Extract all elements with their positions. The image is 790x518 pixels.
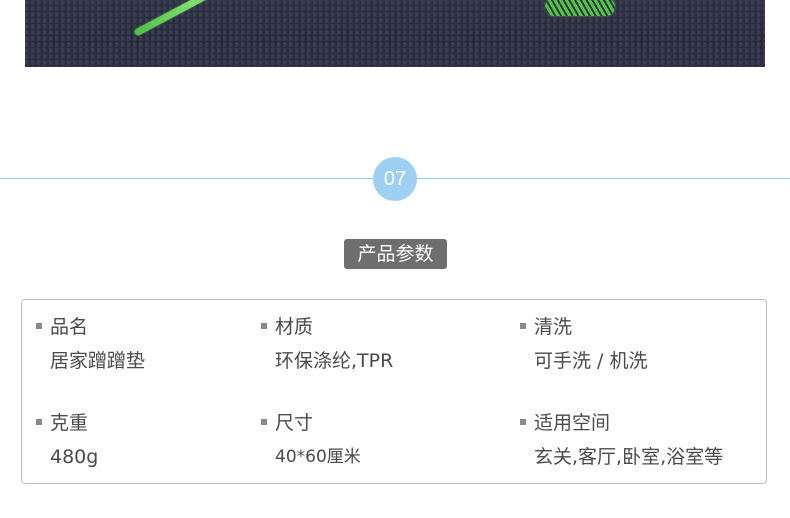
green-embroidery-decoration (545, 0, 615, 16)
bullet-square-icon (36, 322, 42, 329)
green-stitch-decoration (133, 0, 252, 37)
bullet-square-icon (36, 418, 42, 425)
spec-value: 玄关,客厅,卧室,浴室等 (534, 446, 724, 468)
spec-label: 清洗 (534, 316, 573, 338)
section-title: 产品参数 (344, 239, 447, 269)
spec-label: 品名 (50, 316, 89, 338)
spec-item-name: 品名 居家蹭蹭垫 (36, 314, 145, 374)
spec-label: 克重 (50, 412, 89, 434)
bullet-square-icon (520, 322, 526, 329)
spec-value: 480g (50, 446, 99, 468)
specs-table: 品名 居家蹭蹭垫 材质 环保涤纶,TPR 清洗 可手洗 / 机洗 克重 480g… (21, 299, 767, 484)
spec-value: 40*60厘米 (275, 447, 361, 467)
product-photo (25, 0, 765, 67)
bullet-square-icon (261, 418, 267, 425)
product-detail-page: 07 产品参数 品名 居家蹭蹭垫 材质 环保涤纶,TPR 清洗 可手洗 / 机洗… (0, 0, 790, 518)
spec-value: 居家蹭蹭垫 (50, 350, 146, 372)
spec-value: 环保涤纶,TPR (275, 350, 394, 372)
spec-label: 尺寸 (275, 412, 314, 434)
spec-item-size: 尺寸 40*60厘米 (261, 410, 361, 470)
bullet-square-icon (261, 322, 267, 329)
spec-label: 适用空间 (534, 412, 611, 434)
spec-item-material: 材质 环保涤纶,TPR (261, 314, 393, 374)
bullet-square-icon (520, 418, 526, 425)
spec-label: 材质 (275, 316, 314, 338)
spec-item-washing: 清洗 可手洗 / 机洗 (520, 314, 647, 374)
spec-item-usage-space: 适用空间 玄关,客厅,卧室,浴室等 (520, 410, 723, 470)
spec-value: 可手洗 / 机洗 (534, 350, 648, 372)
spec-item-weight: 克重 480g (36, 410, 98, 470)
section-number-badge: 07 (373, 157, 417, 201)
